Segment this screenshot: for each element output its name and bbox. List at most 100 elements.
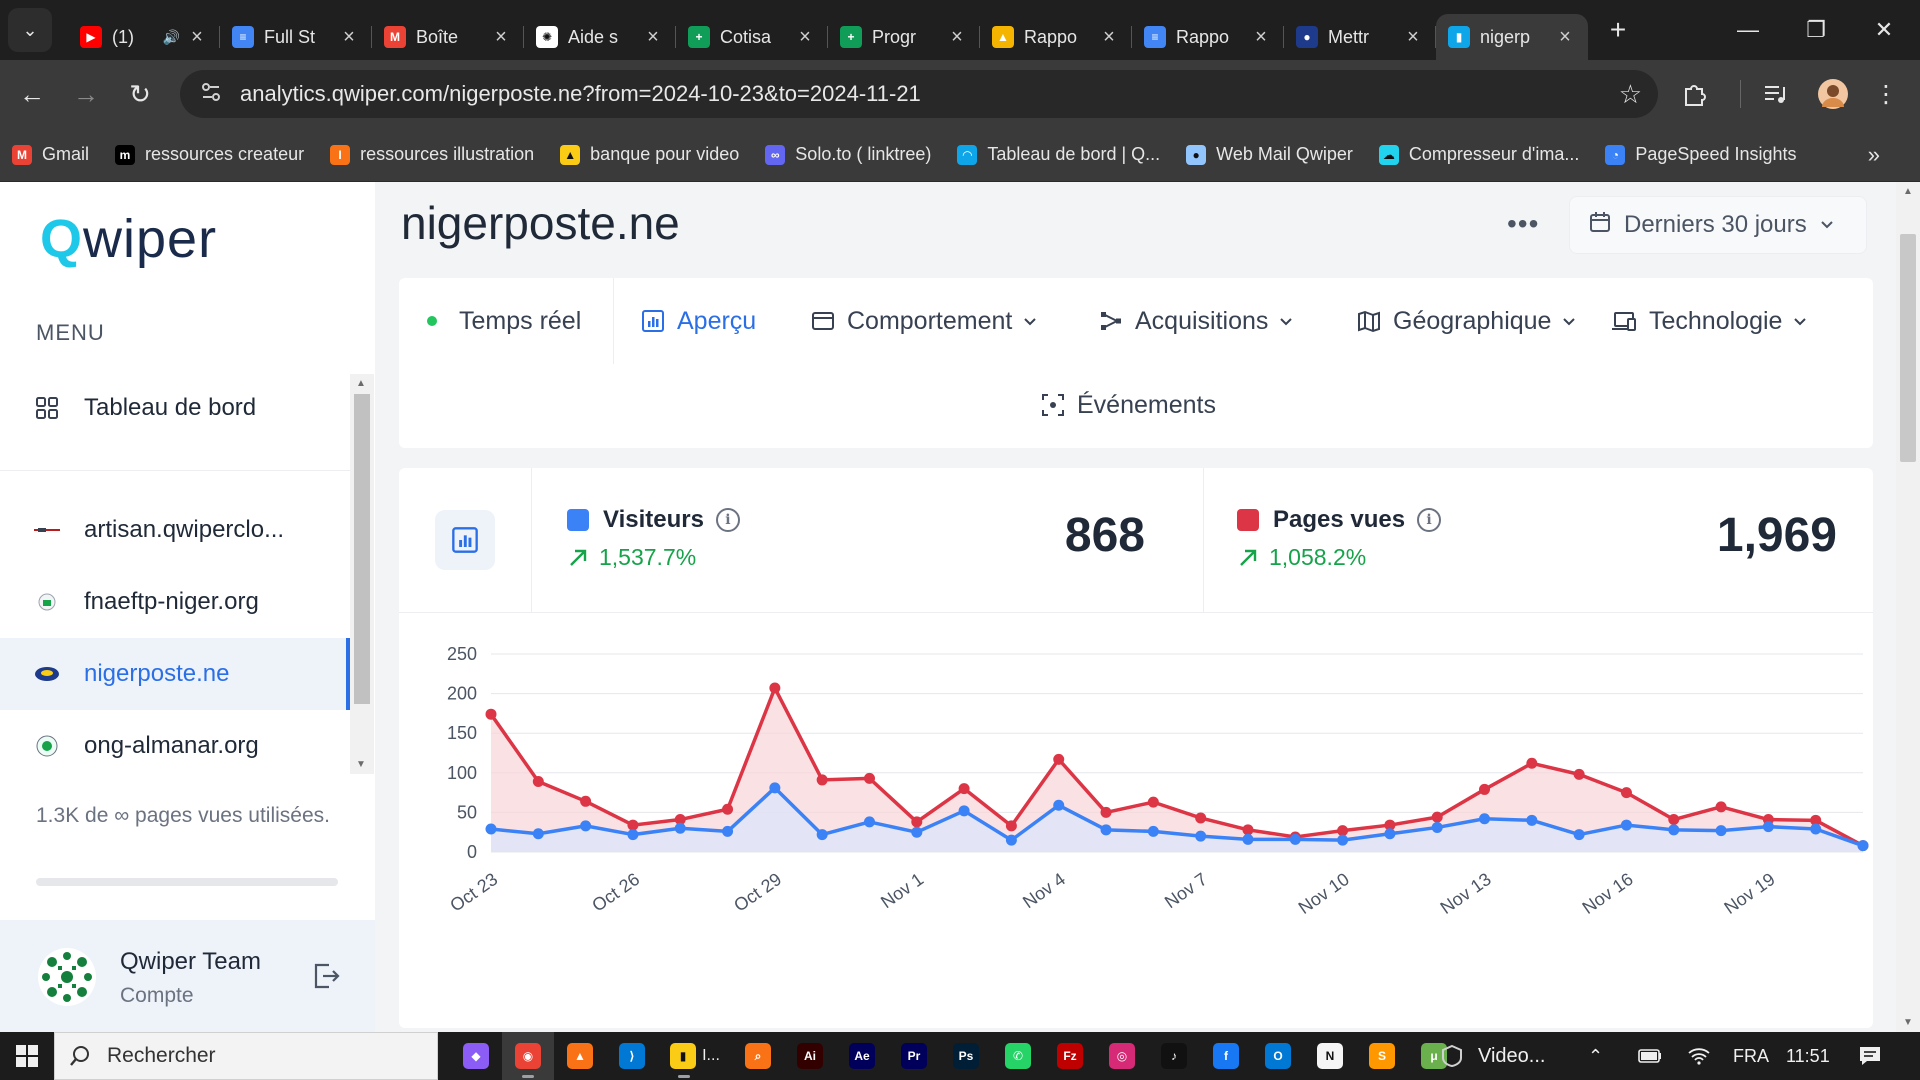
forward-arrow-icon[interactable]: → [64,72,108,116]
data-point[interactable] [674,822,686,834]
close-tab-icon[interactable]: × [642,26,664,49]
more-bookmarks-icon[interactable]: » [1868,142,1880,168]
sidebar-item-dashboard[interactable]: Tableau de bord [0,372,350,444]
browser-tab[interactable]: ≡ Full St × [220,14,372,60]
data-point[interactable] [1668,824,1680,836]
close-window-icon[interactable]: ✕ [1852,0,1916,60]
data-point[interactable] [769,782,781,794]
sidebar-scrollbar[interactable]: ▲ ▼ [350,374,374,774]
tab-events[interactable]: Événements [1041,362,1216,448]
page-scrollbar[interactable]: ▲ ▼ [1896,182,1920,1032]
data-point[interactable] [911,816,923,828]
new-tab-button[interactable]: + [1596,14,1640,46]
close-tab-icon[interactable]: × [1250,26,1272,49]
data-point[interactable] [1479,813,1491,825]
browser-tab[interactable]: + Progr × [828,14,980,60]
clock[interactable]: 11:51 [1786,1032,1830,1080]
data-point[interactable] [1857,840,1869,852]
data-point[interactable] [1479,783,1491,795]
data-point[interactable] [1289,833,1301,845]
sidebar-item-almanar[interactable]: ong-almanar.org [0,710,350,782]
taskbar-app[interactable]: Ai [784,1032,836,1080]
tab-geographic[interactable]: Géographique [1357,278,1577,364]
data-point[interactable] [1668,814,1680,826]
bookmark-item[interactable]: ◔ PageSpeed Insights [1605,144,1797,165]
bookmark-item[interactable]: ● Web Mail Qwiper [1186,144,1353,165]
info-icon[interactable]: i [715,508,740,532]
data-point[interactable] [1005,820,1017,832]
restore-window-icon[interactable]: ❐ [1784,0,1848,60]
windows-start-icon[interactable] [0,1032,54,1080]
data-point[interactable] [1573,768,1585,780]
bookmark-item[interactable]: M Gmail [12,144,89,165]
tab-technology[interactable]: Technologie [1611,278,1808,364]
data-point[interactable] [769,682,781,694]
taskbar-app[interactable]: f [1200,1032,1252,1080]
browser-tab[interactable]: + Cotisa × [676,14,828,60]
close-tab-icon[interactable]: × [1554,26,1576,49]
scrollbar-thumb[interactable] [354,394,370,704]
data-point[interactable] [1053,753,1065,765]
data-point[interactable] [1526,814,1538,826]
data-point[interactable] [627,819,639,831]
data-point[interactable] [958,783,970,795]
data-point[interactable] [1053,799,1065,811]
speaker-icon[interactable]: 🔊 [163,29,180,46]
chart-type-icon[interactable] [435,510,495,570]
data-point[interactable] [1195,812,1207,824]
browser-tab[interactable]: M Boîte × [372,14,524,60]
data-point[interactable] [1100,806,1112,818]
taskbar-app[interactable]: ⌕ [732,1032,784,1080]
visitors-pageviews-chart[interactable]: 0 50 100 150 200 250 Oct 23 Oct 26 Oct 29 Nov 1 No… [399,614,1873,1028]
data-point[interactable] [1620,787,1632,799]
tab-overview[interactable]: Aperçu [641,278,756,364]
bookmark-item[interactable]: ☁ Compresseur d'ima... [1378,144,1579,165]
language-indicator[interactable]: FRA [1733,1032,1769,1080]
data-point[interactable] [1100,824,1112,836]
battery-icon[interactable] [1638,1032,1662,1080]
browser-tab[interactable]: ▮ nigerp × [1436,14,1588,60]
taskbar-app[interactable]: ✆ [992,1032,1044,1080]
data-point[interactable] [1242,824,1254,836]
data-point[interactable] [958,805,970,817]
data-point[interactable] [1431,821,1443,833]
data-point[interactable] [1384,828,1396,840]
back-arrow-icon[interactable]: ← [10,72,54,116]
close-tab-icon[interactable]: × [794,26,816,49]
tray-chevron-up-icon[interactable]: ⌃ [1588,1032,1603,1080]
scrollbar-thumb[interactable] [1900,234,1916,462]
data-point[interactable] [1431,811,1443,823]
data-point[interactable] [722,803,734,815]
bookmark-item[interactable]: m ressources createur [115,144,304,165]
data-point[interactable] [485,823,497,835]
data-point[interactable] [816,774,828,786]
sidebar-item-nigerposte[interactable]: nigerposte.ne [0,638,350,710]
close-tab-icon[interactable]: × [1402,26,1424,49]
data-point[interactable] [580,795,592,807]
media-control-icon[interactable] [1762,70,1788,118]
taskbar-app[interactable]: Ae [836,1032,888,1080]
data-point[interactable] [532,828,544,840]
taskbar-app[interactable]: Ps [940,1032,992,1080]
taskbar-app[interactable]: ◎ [1096,1032,1148,1080]
data-point[interactable] [1337,825,1349,837]
profile-avatar[interactable] [1818,70,1848,118]
taskbar-app[interactable]: ♪ [1148,1032,1200,1080]
more-options-button[interactable]: ••• [1507,208,1539,240]
data-point[interactable] [1715,825,1727,837]
data-point[interactable] [580,820,592,832]
extensions-icon[interactable] [1682,70,1708,118]
bookmark-item[interactable]: ▲ banque pour video [560,144,739,165]
data-point[interactable] [627,829,639,841]
scroll-down-arrow-icon[interactable]: ▼ [1903,1017,1913,1028]
bookmark-item[interactable]: Iressources illustration [330,144,534,165]
taskbar-app[interactable]: N [1304,1032,1356,1080]
close-tab-icon[interactable]: × [186,26,208,49]
browser-tab[interactable]: ✺ Aide s × [524,14,676,60]
data-point[interactable] [1620,819,1632,831]
scroll-up-arrow-icon[interactable]: ▲ [356,378,366,389]
data-point[interactable] [722,825,734,837]
taskbar-app[interactable]: ◉ [502,1032,554,1080]
browser-tab[interactable]: ● Mettr × [1284,14,1436,60]
url-text[interactable]: analytics.qwiper.com/nigerposte.ne?from=… [240,81,921,107]
